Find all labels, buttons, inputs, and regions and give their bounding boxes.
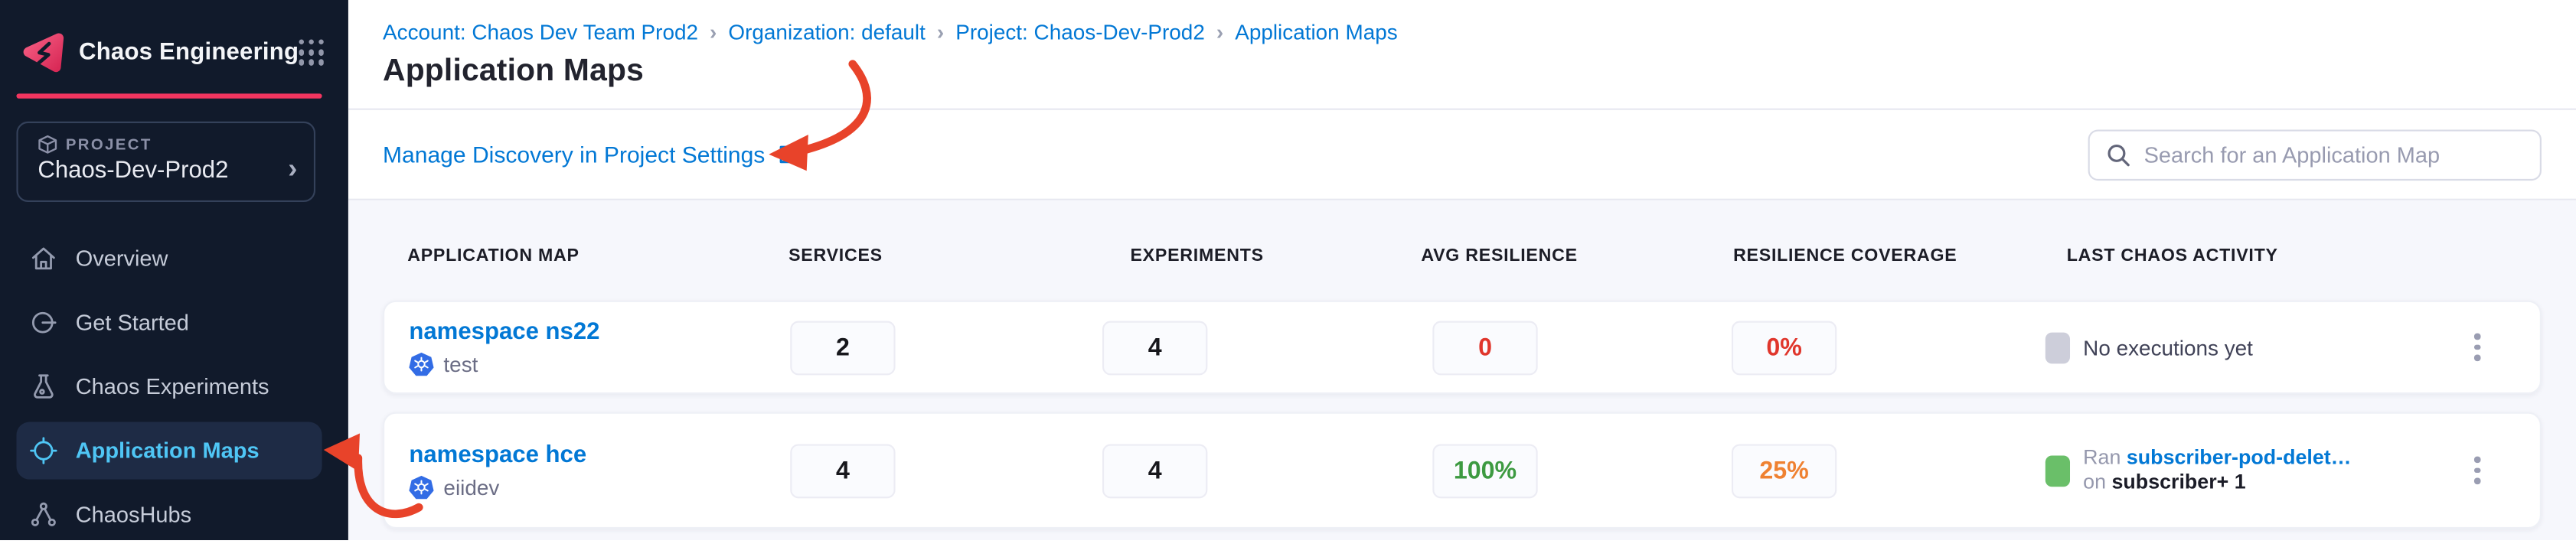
module-grid-icon[interactable] bbox=[299, 40, 324, 66]
application-maps-table: APPLICATION MAP SERVICES EXPERIMENTS AVG… bbox=[348, 200, 2576, 540]
breadcrumb-separator: › bbox=[1216, 20, 1223, 44]
main-content: Account: Chaos Dev Team Prod2 › Organiza… bbox=[348, 0, 2576, 540]
harness-chaos-logo-icon bbox=[21, 31, 66, 75]
breadcrumb-organization-link[interactable]: Organization: default bbox=[728, 20, 925, 44]
app-title: Chaos Engineering bbox=[79, 40, 299, 66]
home-icon bbox=[30, 245, 57, 272]
application-map-link[interactable]: namespace ns22 bbox=[409, 318, 599, 344]
flask-icon bbox=[30, 373, 57, 400]
page-title: Application Maps bbox=[383, 54, 2542, 90]
manage-discovery-link[interactable]: Manage Discovery in Project Settings bbox=[383, 142, 799, 168]
experiments-count: 4 bbox=[1102, 320, 1207, 374]
column-header-resilience-coverage: RESILIENCE COVERAGE bbox=[1733, 246, 1957, 266]
services-count: 2 bbox=[790, 320, 895, 374]
resilience-coverage-value: 0% bbox=[1732, 320, 1837, 374]
status-square-no-executions bbox=[2045, 332, 2070, 363]
breadcrumb-project-link[interactable]: Project: Chaos-Dev-Prod2 bbox=[955, 20, 1205, 44]
accent-divider bbox=[16, 93, 322, 98]
breadcrumb: Account: Chaos Dev Team Prod2 › Organiza… bbox=[383, 20, 2542, 44]
project-selector[interactable]: PROJECT Chaos-Dev-Prod2 › bbox=[16, 122, 315, 202]
table-row[interactable]: namespace ns22 test bbox=[383, 301, 2542, 394]
sidebar-item-chaos-experiments[interactable]: Chaos Experiments bbox=[0, 355, 348, 419]
avg-resilience-value: 0 bbox=[1432, 320, 1537, 374]
toolbar: Manage Discovery in Project Settings bbox=[348, 110, 2576, 200]
external-link-icon bbox=[776, 143, 799, 166]
hub-network-icon bbox=[30, 501, 57, 529]
app-window: Chaos Engineering PROJECT Chaos-Dev-Prod… bbox=[0, 0, 2576, 540]
search-icon bbox=[2106, 142, 2130, 167]
avg-resilience-value: 100% bbox=[1432, 443, 1537, 497]
page-header: Account: Chaos Dev Team Prod2 › Organiza… bbox=[348, 0, 2576, 110]
sidebar: Chaos Engineering PROJECT Chaos-Dev-Prod… bbox=[0, 0, 348, 540]
sidebar-item-application-maps[interactable]: Application Maps bbox=[0, 418, 348, 483]
project-label: PROJECT bbox=[66, 135, 152, 154]
sidebar-item-overview[interactable]: Overview bbox=[0, 226, 348, 291]
activity-target: subscriber+ 1 bbox=[2111, 470, 2245, 493]
sidebar-item-chaoshubs[interactable]: ChaosHubs bbox=[0, 483, 348, 547]
project-name: Chaos-Dev-Prod2 bbox=[38, 158, 228, 184]
chevron-right-icon[interactable]: › bbox=[288, 154, 297, 181]
column-header-services: SERVICES bbox=[788, 246, 883, 266]
sidebar-nav: Overview Get Started Chaos Experiments bbox=[0, 226, 348, 546]
infrastructure-name: eiidev bbox=[443, 474, 499, 499]
column-header-last-chaos-activity: LAST CHAOS ACTIVITY bbox=[2067, 246, 2278, 266]
get-started-icon bbox=[30, 308, 57, 336]
cube-icon bbox=[38, 135, 57, 155]
experiment-run-link[interactable]: subscriber-pod-delet… bbox=[2127, 445, 2352, 468]
last-chaos-activity-cell: No executions yet bbox=[2045, 332, 2253, 363]
column-header-avg-resilience: AVG RESILIENCE bbox=[1421, 246, 1578, 266]
infrastructure-name: test bbox=[443, 351, 478, 376]
application-map-cell: namespace ns22 test bbox=[409, 318, 599, 376]
application-map-cell: namespace hce eiidev bbox=[409, 441, 586, 499]
kubernetes-icon bbox=[409, 474, 433, 499]
column-header-experiments: EXPERIMENTS bbox=[1130, 246, 1263, 266]
activity-on-label: on bbox=[2083, 470, 2106, 493]
last-chaos-activity-cell: Ran subscriber-pod-delet… on subscriber+… bbox=[2045, 445, 2352, 497]
row-menu-kebab-icon[interactable] bbox=[2457, 449, 2497, 492]
application-map-link[interactable]: namespace hce bbox=[409, 441, 586, 467]
activity-text: No executions yet bbox=[2083, 335, 2253, 360]
column-header-application-map: APPLICATION MAP bbox=[407, 246, 580, 266]
application-map-search bbox=[2088, 129, 2542, 180]
resilience-coverage-value: 25% bbox=[1732, 443, 1837, 497]
breadcrumb-account-link[interactable]: Account: Chaos Dev Team Prod2 bbox=[383, 20, 698, 44]
table-row[interactable]: namespace hce eiidev bbox=[383, 412, 2542, 529]
breadcrumb-separator: › bbox=[710, 20, 717, 44]
search-input[interactable] bbox=[2144, 142, 2524, 167]
table-header-row: APPLICATION MAP SERVICES EXPERIMENTS AVG… bbox=[383, 246, 2542, 269]
breadcrumb-separator: › bbox=[937, 20, 944, 44]
experiments-count: 4 bbox=[1102, 443, 1207, 497]
brand-header: Chaos Engineering bbox=[21, 26, 305, 79]
activity-ran-label: Ran bbox=[2083, 445, 2121, 468]
sidebar-item-get-started[interactable]: Get Started bbox=[0, 291, 348, 355]
breadcrumb-current-page-link[interactable]: Application Maps bbox=[1235, 20, 1397, 44]
row-menu-kebab-icon[interactable] bbox=[2457, 326, 2497, 369]
services-count: 4 bbox=[790, 443, 895, 497]
kubernetes-icon bbox=[409, 351, 433, 376]
target-icon bbox=[30, 437, 57, 464]
status-square-success bbox=[2045, 454, 2070, 486]
